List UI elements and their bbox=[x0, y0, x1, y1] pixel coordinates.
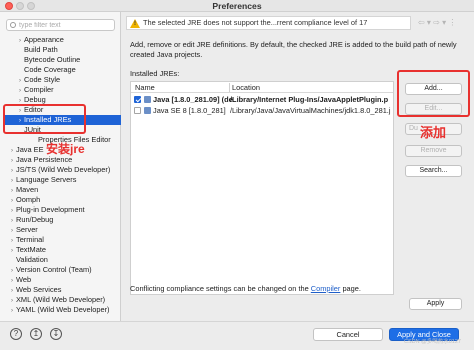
preferences-sidebar: ›Appearance Build Path Bytecode Outline … bbox=[0, 12, 121, 321]
tree-item-validation[interactable]: Validation bbox=[8, 255, 126, 265]
watermark: CSDN @多喝热水0127 bbox=[404, 339, 461, 345]
filter-box[interactable] bbox=[6, 19, 115, 31]
tree-item-label: Run/Debug bbox=[16, 215, 54, 224]
highlight-installed-jres bbox=[3, 104, 86, 134]
column-divider[interactable] bbox=[229, 83, 230, 92]
column-header-name[interactable]: Name bbox=[135, 82, 155, 93]
tree-item-terminal[interactable]: › Terminal bbox=[8, 235, 126, 245]
tree-item-web[interactable]: › Web bbox=[8, 275, 126, 285]
jre-table: Name Location Java [1.8.0_281.09] (de /L… bbox=[130, 81, 394, 295]
tree-item-label: Server bbox=[16, 225, 38, 234]
tree-item-plugin-development[interactable]: › Plug-in Development bbox=[8, 205, 126, 215]
conflict-note: Conflicting compliance settings can be c… bbox=[130, 284, 361, 293]
jre-location: /Library/Internet Plug-Ins/JavaAppletPlu… bbox=[230, 95, 389, 104]
tree-item-bytecode-outline[interactable]: Bytecode Outline bbox=[16, 55, 134, 65]
tree-item-label: Compiler bbox=[24, 85, 54, 94]
highlight-add-button bbox=[397, 70, 470, 117]
jre-checkbox-checked[interactable] bbox=[134, 96, 141, 103]
tree-item-label: Web Services bbox=[16, 285, 62, 294]
tree-item-label: Version Control (Team) bbox=[16, 265, 92, 274]
jre-icon bbox=[144, 107, 151, 114]
tree-item-code-coverage[interactable]: Code Coverage bbox=[16, 65, 134, 75]
jre-icon bbox=[144, 96, 151, 103]
tree-item-label: Build Path bbox=[24, 45, 58, 54]
tree-item-label: JS/TS (Wild Web Developer) bbox=[16, 165, 111, 174]
import-icon[interactable]: ↥ bbox=[30, 328, 42, 340]
tree-item-server[interactable]: › Server bbox=[8, 225, 126, 235]
window-title: Preferences bbox=[212, 1, 262, 11]
tree-item-version-control[interactable]: › Version Control (Team) bbox=[8, 265, 126, 275]
jre-name: Java [1.8.0_281.09] (de bbox=[153, 95, 233, 104]
jre-checkbox[interactable] bbox=[134, 107, 141, 114]
table-header: Name Location bbox=[131, 82, 393, 93]
jre-name: Java SE 8 [1.8.0_281] bbox=[153, 106, 226, 115]
tree-item-web-services[interactable]: › Web Services bbox=[8, 285, 126, 295]
tree-item-label: Bytecode Outline bbox=[24, 55, 81, 64]
tree-item-label: Maven bbox=[16, 185, 39, 194]
tree-item-label: Oomph bbox=[16, 195, 41, 204]
installed-jres-label: Installed JREs: bbox=[130, 69, 180, 78]
tree-item-xml[interactable]: › XML (Wild Web Developer) bbox=[8, 295, 126, 305]
apply-button[interactable]: Apply bbox=[409, 298, 462, 310]
compiler-link[interactable]: Compiler bbox=[311, 284, 341, 293]
conflict-text: Conflicting compliance settings can be c… bbox=[130, 284, 309, 293]
tree-item-compiler[interactable]: › Compiler bbox=[16, 85, 134, 95]
tree-item-label: Code Coverage bbox=[24, 65, 76, 74]
tree-item-label: YAML (Wild Web Developer) bbox=[16, 305, 110, 314]
tree-item-build-path[interactable]: Build Path bbox=[16, 45, 134, 55]
tree-item-label: XML (Wild Web Developer) bbox=[16, 295, 106, 304]
navigation-arrows[interactable]: ⇦ ▾ ⇨ ▾ ⋮ bbox=[418, 18, 456, 27]
tree-item-label: Terminal bbox=[16, 235, 44, 244]
tree-item-oomph[interactable]: › Oomph bbox=[8, 195, 126, 205]
export-icon[interactable]: ↧ bbox=[50, 328, 62, 340]
search-button[interactable]: Search... bbox=[405, 165, 462, 177]
tree-item-textmate[interactable]: › TextMate bbox=[8, 245, 126, 255]
tree-item-label: Web bbox=[16, 275, 32, 284]
tree-item-label: Java EE bbox=[16, 145, 44, 154]
tree-item-label: Validation bbox=[16, 255, 48, 264]
window-titlebar: Preferences bbox=[0, 0, 474, 12]
warning-icon: ! bbox=[130, 19, 140, 28]
table-row[interactable]: Java [1.8.0_281.09] (de /Library/Interne… bbox=[131, 94, 393, 105]
help-icon[interactable]: ? bbox=[10, 328, 22, 340]
tree-item-label: Appearance bbox=[24, 35, 64, 44]
tree-item-yaml[interactable]: › YAML (Wild Web Developer) bbox=[8, 305, 126, 315]
tree-item-label: Plug-in Development bbox=[16, 205, 85, 214]
chevron-right-icon: › bbox=[11, 308, 13, 314]
message-bar: ! The selected JRE does not support the.… bbox=[126, 16, 411, 30]
remove-button[interactable]: Remove bbox=[405, 145, 462, 157]
tree-item-run-debug[interactable]: › Run/Debug bbox=[8, 215, 126, 225]
installed-jres-panel: ! The selected JRE does not support the.… bbox=[122, 12, 474, 321]
tree-item-label: Code Style bbox=[24, 75, 61, 84]
table-row[interactable]: Java SE 8 [1.8.0_281] /Library/Java/Java… bbox=[131, 105, 393, 116]
description-text: Add, remove or edit JRE definitions. By … bbox=[130, 40, 457, 59]
tree-item-appearance[interactable]: › Appearance bbox=[16, 35, 134, 45]
tree-item-js-ts[interactable]: › JS/TS (Wild Web Developer) bbox=[8, 165, 126, 175]
column-header-location[interactable]: Location bbox=[232, 82, 260, 93]
tree-item-label: TextMate bbox=[16, 245, 46, 254]
annotation-install-jre: 安装jre bbox=[46, 142, 85, 156]
annotation-add: 添加 bbox=[420, 125, 447, 140]
jre-location: /Library/Java/JavaVirtualMachines/jdk1.8… bbox=[230, 106, 391, 115]
filter-input[interactable] bbox=[19, 21, 111, 30]
tree-item-code-style[interactable]: › Code Style bbox=[16, 75, 134, 85]
tree-item-maven[interactable]: › Maven bbox=[8, 185, 126, 195]
tree-item-label: Language Servers bbox=[16, 175, 77, 184]
search-icon bbox=[10, 22, 16, 28]
dialog-footer: ? ↥ ↧ Cancel Apply and Close bbox=[0, 321, 474, 350]
conflict-suffix: page. bbox=[342, 284, 361, 293]
cancel-button[interactable]: Cancel bbox=[313, 328, 383, 341]
tree-item-language-servers[interactable]: › Language Servers bbox=[8, 175, 126, 185]
message-text: The selected JRE does not support the...… bbox=[143, 18, 368, 27]
tree-item-label: Debug bbox=[24, 95, 46, 104]
